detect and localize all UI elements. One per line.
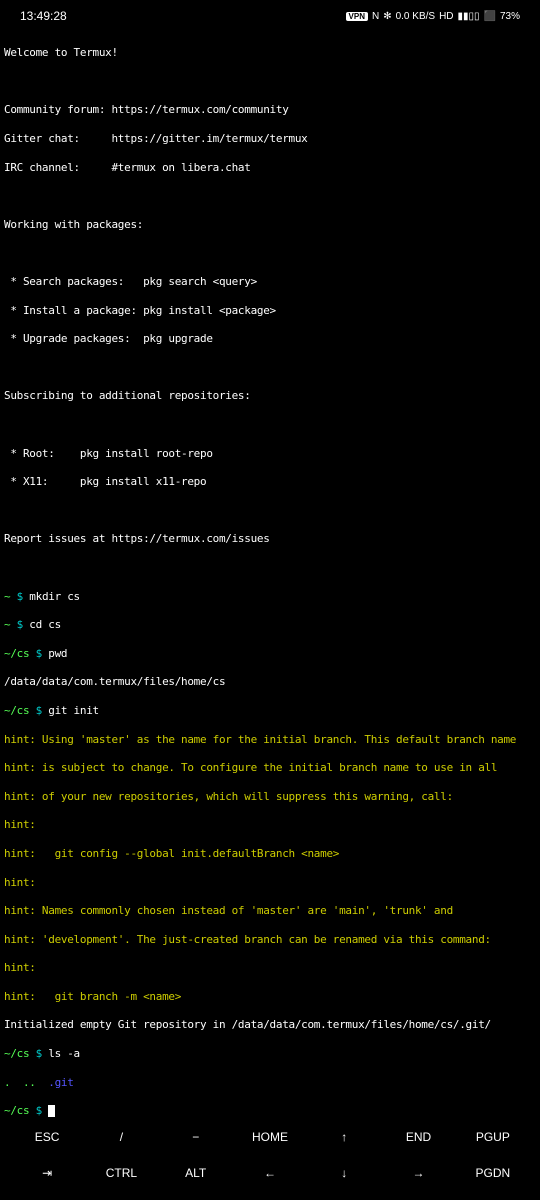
key-alt[interactable]: ALT (159, 1158, 233, 1188)
blank-line (4, 504, 536, 518)
pkg-upgrade: * Upgrade packages: pkg upgrade (4, 332, 536, 346)
git-hint: hint: (4, 961, 536, 975)
key-minus[interactable]: − (159, 1122, 233, 1152)
blank-line (4, 561, 536, 575)
git-hint: hint: (4, 818, 536, 832)
status-time: 13:49:28 (20, 9, 67, 23)
key-home[interactable]: HOME (233, 1122, 307, 1152)
key-ctrl[interactable]: CTRL (84, 1158, 158, 1188)
git-init-output: Initialized empty Git repository in /dat… (4, 1018, 536, 1032)
blank-line (4, 189, 536, 203)
status-bar: 13:49:28 VPN N ✻ 0.0 KB/S HD ▮▮▯▯ ⬛ 73% (0, 0, 540, 32)
git-hint: hint: is subject to change. To configure… (4, 761, 536, 775)
pkg-header: Working with packages: (4, 218, 536, 232)
blank-line (4, 246, 536, 260)
blank-line (4, 75, 536, 89)
prompt-line: ~/cs $ git init (4, 704, 536, 718)
prompt-line: ~ $ cd cs (4, 618, 536, 632)
key-esc[interactable]: ESC (10, 1122, 84, 1152)
git-hint: hint: git config --global init.defaultBr… (4, 847, 536, 861)
vpn-icon: VPN (346, 12, 368, 21)
key-up[interactable]: ↑ (307, 1122, 381, 1152)
terminal-output[interactable]: Welcome to Termux! Community forum: http… (0, 32, 540, 1133)
bluetooth-icon: ✻ (383, 11, 391, 22)
key-down[interactable]: ↓ (307, 1158, 381, 1188)
key-right[interactable]: → (381, 1158, 455, 1188)
git-hint: hint: Names commonly chosen instead of '… (4, 904, 536, 918)
repo-header: Subscribing to additional repositories: (4, 389, 536, 403)
git-hint: hint: of your new repositories, which wi… (4, 790, 536, 804)
git-hint: hint: (4, 876, 536, 890)
git-hint: hint: git branch -m <name> (4, 990, 536, 1004)
battery-icon: ⬛ (484, 11, 496, 22)
git-hint: hint: Using 'master' as the name for the… (4, 733, 536, 747)
blank-line (4, 418, 536, 432)
repo-x11: * X11: pkg install x11-repo (4, 475, 536, 489)
blank-line (4, 361, 536, 375)
gitter-line: Gitter chat: https://gitter.im/termux/te… (4, 132, 536, 146)
git-hint: hint: 'development'. The just-created br… (4, 933, 536, 947)
nfc-icon: N (372, 11, 379, 22)
key-pgdn[interactable]: PGDN (456, 1158, 530, 1188)
network-speed: 0.0 KB/S (396, 11, 435, 22)
pkg-install: * Install a package: pkg install <packag… (4, 304, 536, 318)
repo-root: * Root: pkg install root-repo (4, 447, 536, 461)
status-indicators: VPN N ✻ 0.0 KB/S HD ▮▮▯▯ ⬛ 73% (346, 11, 520, 22)
ls-output: . .. .git (4, 1076, 536, 1090)
welcome-title: Welcome to Termux! (4, 46, 536, 60)
pkg-search: * Search packages: pkg search <query> (4, 275, 536, 289)
key-tab[interactable]: ⇥ (10, 1158, 84, 1188)
cursor[interactable] (48, 1105, 55, 1117)
signal-icon: ▮▮▯▯ (458, 11, 480, 22)
irc-line: IRC channel: #termux on libera.chat (4, 161, 536, 175)
forum-line: Community forum: https://termux.com/comm… (4, 103, 536, 117)
battery-percent: 73% (500, 11, 520, 22)
prompt-line: ~/cs $ ls -a (4, 1047, 536, 1061)
pwd-output: /data/data/com.termux/files/home/cs (4, 675, 536, 689)
key-pgup[interactable]: PGUP (456, 1122, 530, 1152)
prompt-line: ~/cs $ (4, 1104, 536, 1118)
key-left[interactable]: ← (233, 1158, 307, 1188)
extra-keys-row-1: ESC / − HOME ↑ END PGUP (0, 1122, 540, 1152)
key-slash[interactable]: / (84, 1122, 158, 1152)
key-end[interactable]: END (381, 1122, 455, 1152)
extra-keys-row-2: ⇥ CTRL ALT ← ↓ → PGDN (0, 1158, 540, 1188)
hd-icon: HD (439, 11, 453, 22)
prompt-line: ~/cs $ pwd (4, 647, 536, 661)
prompt-line: ~ $ mkdir cs (4, 590, 536, 604)
issues-line: Report issues at https://termux.com/issu… (4, 532, 536, 546)
